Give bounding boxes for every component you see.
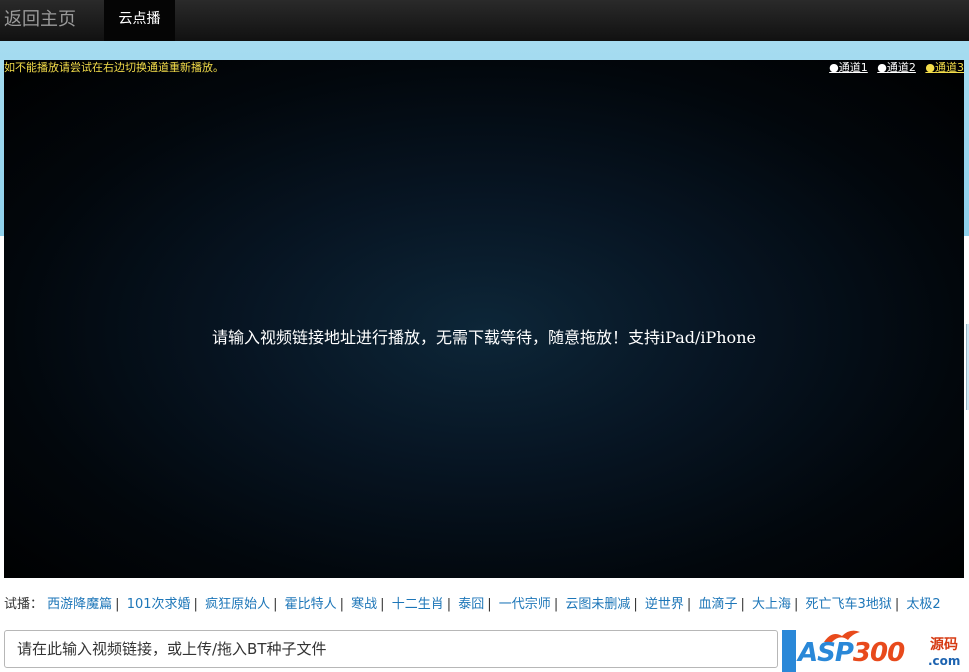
trial-link[interactable]: 西游降魔篇 xyxy=(47,597,112,612)
trial-links: 试播： 西游降魔篇 | 101次求婚 | 疯狂原始人 | 霍比特人 | 寒战 | 十二生肖… xyxy=(4,596,969,614)
video-player[interactable] xyxy=(4,60,964,578)
channel-2-link[interactable]: ●通道2 xyxy=(877,61,916,74)
separator: | xyxy=(115,597,120,612)
channel-switcher: ●通道1 ●通道2 ●通道3 xyxy=(823,60,964,76)
separator: | xyxy=(794,597,799,612)
trial-link[interactable]: 大上海 xyxy=(752,597,791,612)
trial-link[interactable]: 101次求婚 xyxy=(127,597,191,612)
separator: | xyxy=(686,597,692,612)
trial-label: 试播： xyxy=(4,597,44,612)
separator: | xyxy=(740,597,745,612)
trial-link[interactable]: 十二生肖 xyxy=(392,597,444,612)
separator: | xyxy=(446,597,452,612)
separator: | xyxy=(339,597,345,612)
video-url-input[interactable] xyxy=(4,630,778,668)
logo-com: .com xyxy=(928,654,961,668)
trial-link[interactable]: 疯狂原始人 xyxy=(205,597,270,612)
separator: | xyxy=(273,597,278,612)
separator: | xyxy=(193,597,198,612)
player-notice: 如不能播放请尝试在右边切换通道重新播放。 xyxy=(4,61,224,74)
trial-link[interactable]: 寒战 xyxy=(351,597,377,612)
trial-link[interactable]: 逆世界 xyxy=(645,597,684,612)
separator: | xyxy=(553,597,559,612)
logo-ym: 源码 xyxy=(930,637,958,653)
channel-1-link[interactable]: ●通道1 xyxy=(829,61,868,74)
trial-link[interactable]: 血滴子 xyxy=(698,597,737,612)
logo-asp: ASP xyxy=(798,638,854,668)
separator: | xyxy=(894,597,900,612)
logo-text: ASP300 xyxy=(798,638,905,668)
logo-num: 300 xyxy=(852,638,905,668)
trial-link[interactable]: 泰囧 xyxy=(458,597,484,612)
trial-link[interactable]: 一代宗师 xyxy=(499,597,551,612)
channel-3-link[interactable]: ●通道3 xyxy=(925,61,964,74)
trial-link[interactable]: 太极2 xyxy=(906,597,940,612)
separator: | xyxy=(380,597,385,612)
player-message: 请输入视频链接地址进行播放，无需下载等待，随意拖放！支持iPad/iPhone xyxy=(212,328,756,347)
tab-cloud-vod[interactable]: 云点播 xyxy=(104,0,175,41)
trial-link[interactable]: 云图未删减 xyxy=(565,597,630,612)
separator: | xyxy=(633,597,638,612)
separator: | xyxy=(487,597,492,612)
top-nav-bar: 返回主页 云点播 xyxy=(0,0,969,41)
trial-link[interactable]: 死亡飞车3地狱 xyxy=(806,597,892,612)
asp300-logo: ASP300 源码 .com xyxy=(782,630,969,672)
home-link[interactable]: 返回主页 xyxy=(4,6,76,34)
logo-bar xyxy=(782,630,796,672)
trial-link[interactable]: 霍比特人 xyxy=(285,597,337,612)
